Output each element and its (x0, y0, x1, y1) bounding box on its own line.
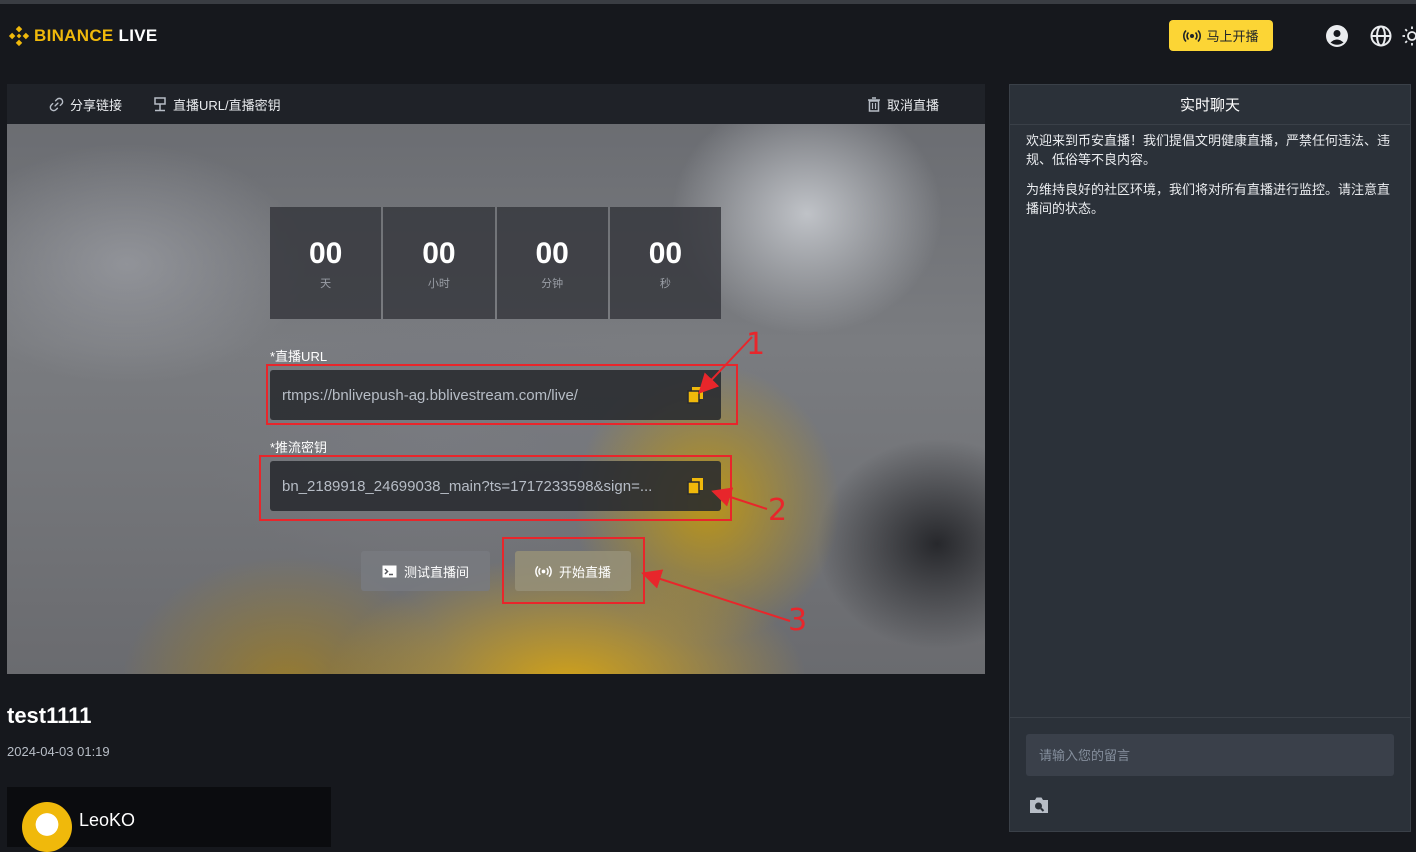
streamer-name: LeoKO (79, 810, 136, 830)
chat-system-message: 为维持良好的社区环境，我们将对所有直播进行监控。请注意直播间的状态。 (1026, 182, 1391, 216)
annotation-number-1: 1 (746, 327, 766, 362)
live-stage: 分享链接 直播URL/直播密钥 取消直播 00 天 00 小时 00 分钟 00… (7, 84, 985, 674)
share-link-label: 分享链接 (70, 97, 123, 113)
chat-message-input[interactable] (1026, 734, 1394, 776)
stream-url-key-label: 直播URL/直播密钥 (173, 97, 281, 113)
broadcast-icon (1183, 29, 1202, 42)
logo-live-text: LIVE (118, 26, 158, 45)
stream-title: test1111 (7, 703, 92, 728)
chat-footer (1010, 717, 1410, 833)
cancel-live-label: 取消直播 (887, 97, 940, 113)
annotation-number-3: 3 (788, 603, 808, 638)
cancel-live-button[interactable]: 取消直播 (867, 95, 939, 114)
annotation-arrows (641, 336, 791, 622)
share-link-button[interactable]: 分享链接 (49, 95, 122, 114)
chat-system-message: 欢迎来到币安直播！我们提倡文明健康直播，严禁任何违法、违规、低俗等不良内容。 (1026, 133, 1391, 167)
annotation-number-2: 2 (768, 493, 788, 528)
binance-logo-icon (8, 25, 30, 47)
stream-date: 2024-04-03 01:19 (7, 744, 110, 759)
stream-url-key-button[interactable]: 直播URL/直播密钥 (153, 95, 281, 114)
video-preview: 00 天 00 小时 00 分钟 00 秒 *直播URL rtmps://bnl… (7, 124, 985, 674)
go-live-button[interactable]: 马上开播 (1169, 20, 1273, 51)
link-icon (49, 97, 64, 111)
sun-icon[interactable] (1400, 24, 1416, 48)
user-icon[interactable] (1325, 24, 1349, 48)
chat-title: 实时聊天 (1010, 85, 1410, 125)
image-upload-icon[interactable] (1029, 796, 1049, 814)
binance-live-logo[interactable]: BINANCE LIVE (8, 24, 158, 48)
top-header: BINANCE LIVE 马上开播 (0, 4, 1416, 68)
live-chat-panel: 实时聊天 欢迎来到币安直播！我们提倡文明健康直播，严禁任何违法、违规、低俗等不良… (1009, 84, 1411, 832)
stage-toolbar: 分享链接 直播URL/直播密钥 取消直播 (7, 84, 985, 124)
trash-icon (868, 96, 880, 112)
stream-key-icon (154, 96, 166, 111)
globe-icon[interactable] (1369, 24, 1393, 48)
streamer-profile-card[interactable]: LeoKO (7, 787, 331, 852)
avatar[interactable] (22, 802, 72, 852)
logo-brand-text: BINANCE (34, 26, 114, 45)
go-live-label: 马上开播 (1206, 29, 1259, 44)
